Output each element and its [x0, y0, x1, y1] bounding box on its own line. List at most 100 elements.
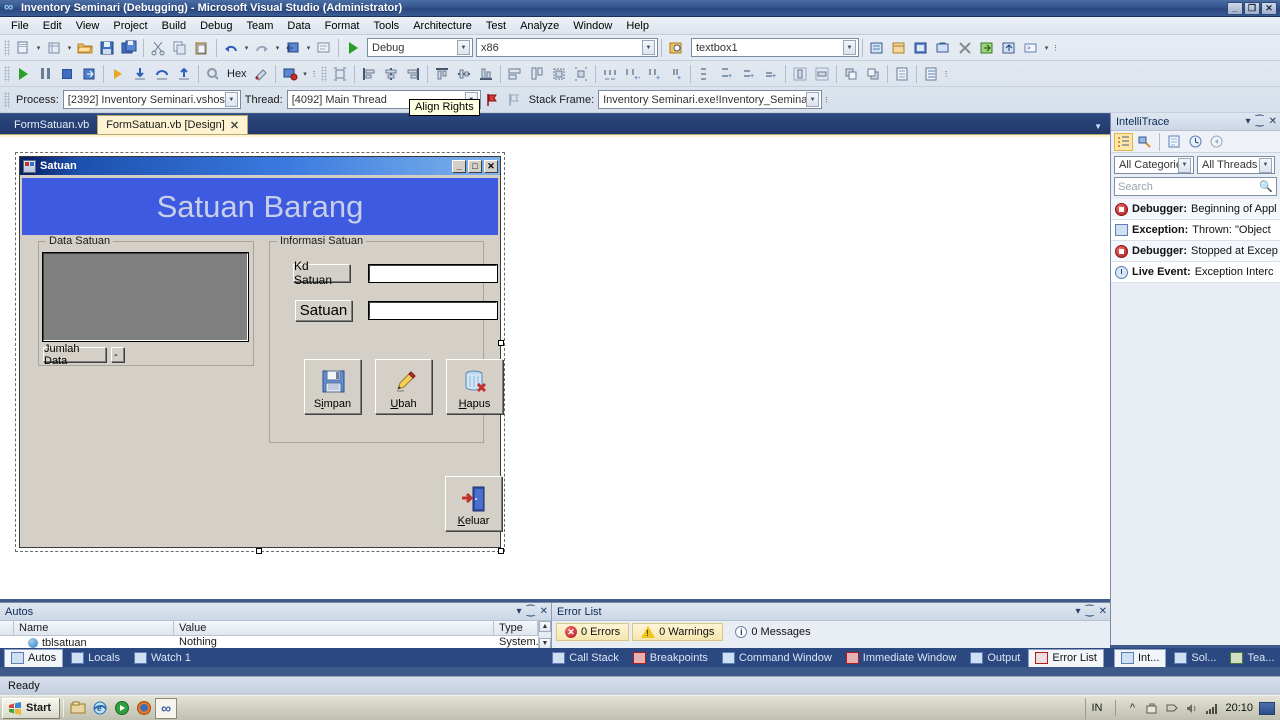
redo-icon[interactable] — [251, 37, 273, 59]
solution-configuration-combo[interactable]: Debug ▼ — [367, 38, 473, 57]
vertical-spacing-make-equal-icon[interactable] — [694, 63, 716, 85]
taskbar-clock[interactable]: 20:10 — [1225, 702, 1253, 714]
form-minimize-icon[interactable]: _ — [452, 159, 466, 173]
menu-item-build[interactable]: Build — [155, 19, 193, 33]
kd-satuan-input[interactable] — [368, 264, 498, 283]
intellitrace-event-row[interactable]: Debugger: Beginning of Appl — [1111, 199, 1280, 220]
add-item-dropdown-icon[interactable]: ▾ — [65, 44, 74, 52]
flag-thread-icon[interactable] — [481, 89, 503, 111]
toolbar-grip-icon[interactable] — [4, 39, 10, 56]
show-hidden-icons-icon[interactable]: ^ — [1125, 702, 1139, 715]
solution-platform-combo[interactable]: x86 ▼ — [476, 38, 658, 57]
threads-window-icon[interactable] — [202, 63, 224, 85]
navigate-module-icon[interactable] — [1165, 133, 1184, 151]
menu-item-project[interactable]: Project — [106, 19, 154, 33]
form-maximize-icon[interactable]: □ — [468, 159, 482, 173]
panel-dropdown-icon[interactable]: ▾ — [1246, 116, 1251, 127]
bottom-tab-intellitrace[interactable]: Int... — [1114, 648, 1167, 667]
command-window-dropdown-icon[interactable]: ▾ — [1042, 44, 1051, 52]
bottom-tab-breakpoints[interactable]: Breakpoints — [627, 649, 714, 666]
bottom-tab-team-explorer[interactable]: Tea... — [1224, 649, 1280, 666]
process-combo[interactable]: [2392] Inventory Seminari.vshost.exe ▼ — [62, 90, 241, 109]
warnings-filter-button[interactable]: 0 Warnings — [632, 623, 724, 641]
menu-item-data[interactable]: Data — [280, 19, 317, 33]
chevron-down-icon[interactable]: ▼ — [642, 40, 655, 55]
toolbar-overflow-icon[interactable]: ⋮ — [942, 70, 951, 78]
bottom-tab-call-stack[interactable]: Call Stack — [546, 649, 625, 666]
lock-controls-icon[interactable] — [920, 63, 942, 85]
autos-header-value[interactable]: Value — [174, 621, 494, 635]
menu-item-team[interactable]: Team — [240, 19, 281, 33]
form-close-icon[interactable]: ✕ — [484, 159, 498, 173]
minimize-icon[interactable]: _ — [1227, 1, 1243, 15]
properties-window-icon[interactable] — [888, 37, 910, 59]
redo-dropdown-icon[interactable]: ▾ — [273, 44, 282, 52]
toolbar-grip-icon[interactable] — [320, 65, 327, 82]
bottom-tab-output[interactable]: Output — [964, 649, 1026, 666]
simpan-button[interactable]: Simpan — [304, 359, 361, 414]
internet-explorer-icon[interactable]: e — [89, 698, 111, 719]
start-debug-icon[interactable] — [342, 37, 364, 59]
hex-display-button[interactable]: Hex — [224, 68, 250, 80]
bottom-tab-immediate-window[interactable]: Immediate Window — [840, 649, 963, 666]
step-over-icon[interactable] — [151, 63, 173, 85]
new-project-icon[interactable] — [12, 37, 34, 59]
form-banner[interactable]: Satuan Barang — [22, 178, 498, 235]
pin-icon[interactable]: ⁐ — [1256, 116, 1264, 127]
satuan-input[interactable] — [368, 301, 498, 320]
show-desktop-quicklaunch-icon[interactable] — [67, 698, 89, 719]
restart-icon[interactable] — [78, 63, 100, 85]
save-icon[interactable] — [96, 37, 118, 59]
step-into-icon[interactable] — [129, 63, 151, 85]
error-list-icon[interactable] — [954, 37, 976, 59]
ime-language-indicator[interactable]: IN — [1091, 702, 1106, 714]
visual-studio-taskbar-icon[interactable]: ∞ — [155, 697, 178, 719]
restore-icon[interactable]: ❐ — [1244, 1, 1260, 15]
find-in-files-icon[interactable] — [665, 37, 687, 59]
stop-debugging-icon[interactable] — [56, 63, 78, 85]
events-view-icon[interactable] — [1114, 132, 1133, 151]
close-icon[interactable]: ✕ — [1269, 116, 1277, 127]
safely-remove-hardware-icon[interactable] — [1145, 702, 1159, 715]
close-tab-icon[interactable]: ✕ — [230, 119, 239, 132]
tab-order-icon[interactable] — [891, 63, 913, 85]
cut-icon[interactable] — [147, 37, 169, 59]
pin-icon[interactable]: ⁐ — [1086, 606, 1094, 617]
step-out-icon[interactable] — [173, 63, 195, 85]
navigate-dropdown-icon[interactable]: ▾ — [304, 44, 313, 52]
send-to-back-icon[interactable] — [862, 63, 884, 85]
close-icon[interactable]: ✕ — [1099, 606, 1107, 617]
pin-icon[interactable]: ⁐ — [527, 606, 535, 617]
menu-item-help[interactable]: Help — [619, 19, 656, 33]
horizontal-spacing-decrease-icon[interactable]: + — [643, 63, 665, 85]
save-all-icon[interactable] — [118, 37, 140, 59]
align-rights-icon[interactable] — [402, 63, 424, 85]
messages-filter-button[interactable]: i 0 Messages — [726, 623, 819, 641]
intellitrace-search-input[interactable]: Search 🔍 — [1114, 177, 1277, 196]
bottom-tab-command-window[interactable]: Command Window — [716, 649, 838, 666]
menu-item-debug[interactable]: Debug — [193, 19, 239, 33]
align-centers-icon[interactable] — [380, 63, 402, 85]
bottom-tab-error-list[interactable]: Error List — [1028, 648, 1104, 667]
continue-icon[interactable] — [12, 63, 34, 85]
bottom-tab-autos[interactable]: Autos — [4, 648, 64, 667]
autos-vertical-scrollbar[interactable]: ▲ ▼ — [538, 621, 551, 649]
command-window-icon[interactable]: > — [1020, 37, 1042, 59]
control-selector-combo[interactable]: textbox1 ▼ — [691, 38, 859, 57]
hapus-button[interactable]: Hapus — [446, 359, 503, 414]
align-bottoms-icon[interactable] — [475, 63, 497, 85]
search-icon[interactable]: 🔍 — [1259, 180, 1273, 193]
menu-item-edit[interactable]: Edit — [36, 19, 69, 33]
chevron-down-icon[interactable]: ▼ — [224, 92, 238, 107]
publish-icon[interactable] — [998, 37, 1020, 59]
center-vertically-icon[interactable] — [811, 63, 833, 85]
data-satuan-listbox[interactable] — [42, 252, 249, 342]
show-desktop-button[interactable] — [1259, 701, 1275, 715]
undo-dropdown-icon[interactable]: ▾ — [242, 44, 251, 52]
bottom-tab-solution-explorer[interactable]: Sol... — [1168, 649, 1222, 666]
toolbar-overflow-icon[interactable]: ⋮ — [822, 96, 831, 104]
bottom-tab-locals[interactable]: Locals — [65, 649, 126, 666]
chevron-down-icon[interactable]: ▼ — [457, 40, 470, 55]
horizontal-spacing-remove-icon[interactable]: + — [665, 63, 687, 85]
paste-icon[interactable] — [191, 37, 213, 59]
